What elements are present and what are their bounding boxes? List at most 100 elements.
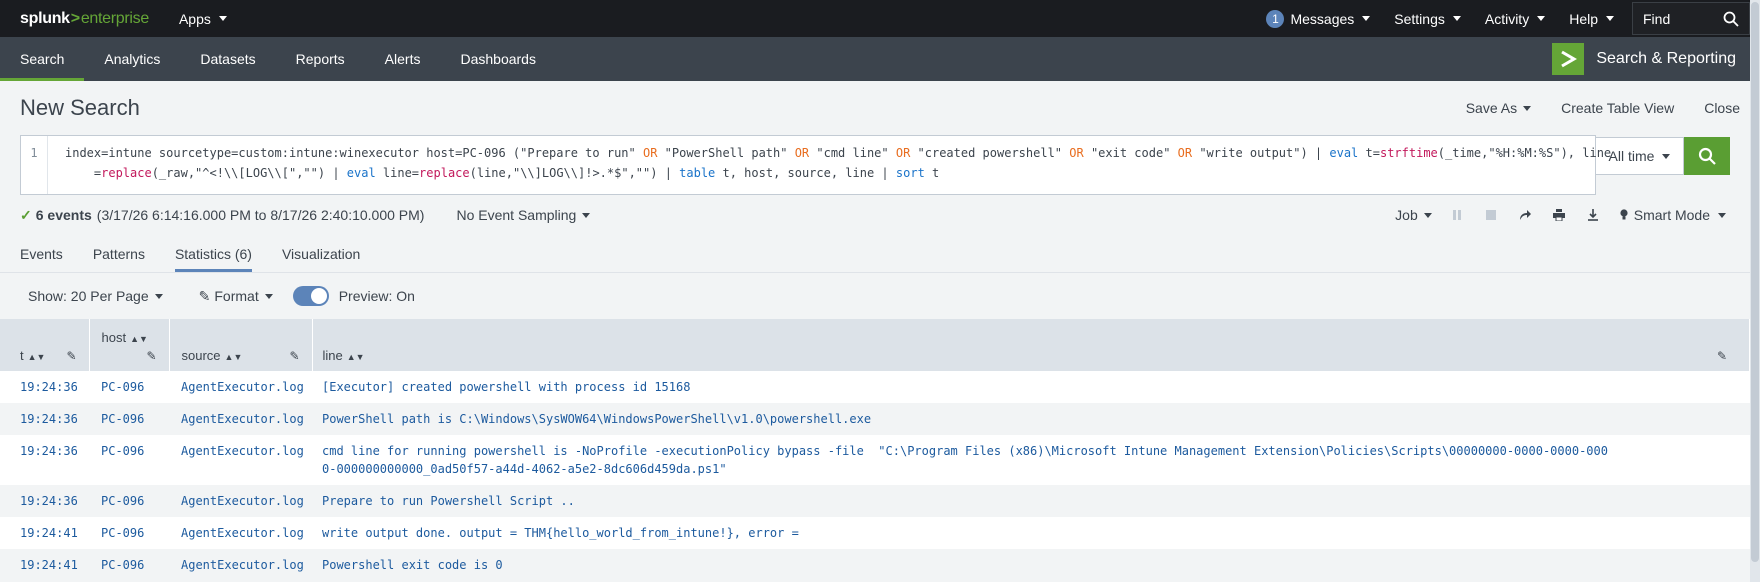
sort-icon[interactable]: ▲▼ xyxy=(28,352,46,362)
export-icon[interactable] xyxy=(1576,201,1610,229)
chevron-down-icon xyxy=(218,16,227,21)
share-icon[interactable] xyxy=(1508,201,1542,229)
table-row: 19:24:36 PC-096 AgentExecutor.log PowerS… xyxy=(0,403,1750,435)
column-line-label: line xyxy=(322,348,343,363)
search-mode-menu[interactable]: Smart Mode xyxy=(1620,207,1726,223)
create-table-view-button[interactable]: Create Table View xyxy=(1561,100,1674,116)
settings-menu[interactable]: Settings xyxy=(1382,0,1473,37)
cell-line[interactable]: Prepare to run Powershell Script .. xyxy=(312,485,1750,517)
table-options: Show: 20 Per Page ✎ Format Preview: On xyxy=(0,273,1760,319)
column-header-line[interactable]: line ▲▼ ✎ xyxy=(312,319,1750,371)
column-header-source[interactable]: source ▲▼ ✎ xyxy=(169,319,313,371)
cell-line[interactable]: Powershell exit code is 0 xyxy=(312,549,1750,581)
logo-gt: > xyxy=(70,9,80,27)
cell-host[interactable]: PC-096 xyxy=(89,371,169,403)
results-tabs: Events Patterns Statistics (6) Visualiza… xyxy=(0,235,1760,273)
pencil-icon[interactable]: ✎ xyxy=(289,349,299,363)
app-title[interactable]: Search & Reporting xyxy=(1552,37,1736,81)
activity-menu[interactable]: Activity xyxy=(1473,0,1557,37)
cell-host[interactable]: PC-096 xyxy=(89,517,169,549)
search-icon xyxy=(1698,147,1716,165)
preview-label: Preview: On xyxy=(338,288,415,304)
close-label: Close xyxy=(1704,100,1740,116)
find-placeholder: Find xyxy=(1643,10,1671,27)
page-scrollbar[interactable] xyxy=(1750,0,1760,582)
tab-visualization[interactable]: Visualization xyxy=(282,235,360,272)
scrollbar-thumb[interactable] xyxy=(1751,2,1759,562)
top-menu: 1 Messages Settings Activity Help Find xyxy=(1254,0,1760,37)
help-menu[interactable]: Help xyxy=(1557,0,1626,37)
pencil-icon[interactable]: ✎ xyxy=(146,349,156,363)
save-as-button[interactable]: Save As xyxy=(1466,100,1532,116)
chevron-down-icon xyxy=(154,293,163,299)
format-menu[interactable]: ✎ Format xyxy=(199,288,273,305)
cell-line[interactable]: cmd line for running powershell is -NoPr… xyxy=(312,435,1750,485)
messages-menu[interactable]: 1 Messages xyxy=(1254,0,1382,37)
tab-statistics[interactable]: Statistics (6) xyxy=(174,235,252,272)
per-page-label: Show: 20 Per Page xyxy=(28,288,149,304)
cell-host[interactable]: PC-096 xyxy=(89,485,169,517)
format-label: Format xyxy=(214,288,259,304)
logo-prefix: splunk xyxy=(20,9,70,27)
tab-datasets[interactable]: Datasets xyxy=(180,37,275,81)
pause-icon[interactable] xyxy=(1440,201,1474,229)
pencil-icon[interactable]: ✎ xyxy=(66,349,76,363)
logo-suffix: enterprise xyxy=(80,9,149,27)
column-t-label: t xyxy=(20,348,24,363)
cell-source[interactable]: AgentExecutor.log xyxy=(169,371,312,403)
apps-label: Apps xyxy=(178,10,211,27)
cell-line[interactable]: write output done. output = THM{hello_wo… xyxy=(312,517,1750,549)
header-actions: Save As Create Table View Close xyxy=(1466,100,1740,116)
apps-menu[interactable]: Apps xyxy=(167,0,239,37)
pencil-icon[interactable]: ✎ xyxy=(1717,349,1727,363)
search-mode-label: Smart Mode xyxy=(1633,207,1710,223)
stop-icon[interactable] xyxy=(1474,201,1508,229)
cell-line[interactable]: [Executor] created powershell with proce… xyxy=(312,371,1750,403)
sort-icon[interactable]: ▲▼ xyxy=(225,352,243,362)
column-header-host[interactable]: host ▲▼ ✎ xyxy=(89,319,170,371)
cell-source[interactable]: AgentExecutor.log xyxy=(169,435,312,485)
tab-alerts-label: Alerts xyxy=(384,51,421,67)
close-button[interactable]: Close xyxy=(1704,100,1740,116)
column-header-t[interactable]: t ▲▼ ✎ xyxy=(0,319,90,371)
tab-patterns[interactable]: Patterns xyxy=(93,235,145,272)
cell-host[interactable]: PC-096 xyxy=(89,549,169,581)
table-row: 19:24:36 PC-096 AgentExecutor.log [Execu… xyxy=(0,371,1750,403)
cell-t: 19:24:36 xyxy=(0,371,89,403)
cell-t: 19:24:41 xyxy=(0,549,89,581)
chevron-down-icon xyxy=(1423,212,1432,218)
splunk-logo[interactable]: splunk > enterprise xyxy=(0,10,149,28)
top-bar: splunk > enterprise Apps 1 Messages Settin… xyxy=(0,0,1760,37)
tab-events-label: Events xyxy=(20,245,63,262)
tab-dashboards[interactable]: Dashboards xyxy=(440,37,556,81)
sort-icon[interactable]: ▲▼ xyxy=(347,352,365,362)
cell-line[interactable]: PowerShell path is C:\Windows\SysWOW64\W… xyxy=(312,403,1750,435)
cell-t: 19:24:41 xyxy=(0,517,89,549)
tab-search[interactable]: Search xyxy=(0,37,85,81)
tab-patterns-label: Patterns xyxy=(92,245,145,262)
page-header: New Search Save As Create Table View Clo… xyxy=(0,81,1760,135)
results-panel: t ▲▼ ✎ host ▲▼ ✎ source ▲▼ ✎ line ▲▼ ✎ 1… xyxy=(0,319,1760,581)
tab-reports[interactable]: Reports xyxy=(276,37,365,81)
cell-source[interactable]: AgentExecutor.log xyxy=(169,485,312,517)
per-page-menu[interactable]: Show: 20 Per Page xyxy=(28,288,163,304)
tab-analytics[interactable]: Analytics xyxy=(84,37,180,81)
splunk-app: splunk > enterprise Apps 1 Messages Settin… xyxy=(0,0,1760,582)
find-input[interactable]: Find xyxy=(1632,2,1750,35)
cell-host[interactable]: PC-096 xyxy=(89,403,169,435)
preview-toggle[interactable] xyxy=(292,286,329,306)
event-sampling-menu[interactable]: No Event Sampling xyxy=(456,207,591,223)
sort-icon[interactable]: ▲▼ xyxy=(130,334,148,344)
cell-source[interactable]: AgentExecutor.log xyxy=(169,403,312,435)
tab-alerts[interactable]: Alerts xyxy=(365,37,441,81)
cell-source[interactable]: AgentExecutor.log xyxy=(169,517,312,549)
column-source-label: source xyxy=(181,348,221,363)
cell-host[interactable]: PC-096 xyxy=(89,435,169,485)
run-search-button[interactable] xyxy=(1684,137,1730,175)
job-menu[interactable]: Job xyxy=(1395,207,1432,223)
tab-statistics-label: Statistics (6) xyxy=(174,245,252,262)
print-icon[interactable] xyxy=(1542,201,1576,229)
cell-source[interactable]: AgentExecutor.log xyxy=(169,549,312,581)
search-query-editor[interactable]: 1 index=intune sourcetype=custom:intune:… xyxy=(20,135,1611,195)
tab-events[interactable]: Events xyxy=(20,235,63,272)
